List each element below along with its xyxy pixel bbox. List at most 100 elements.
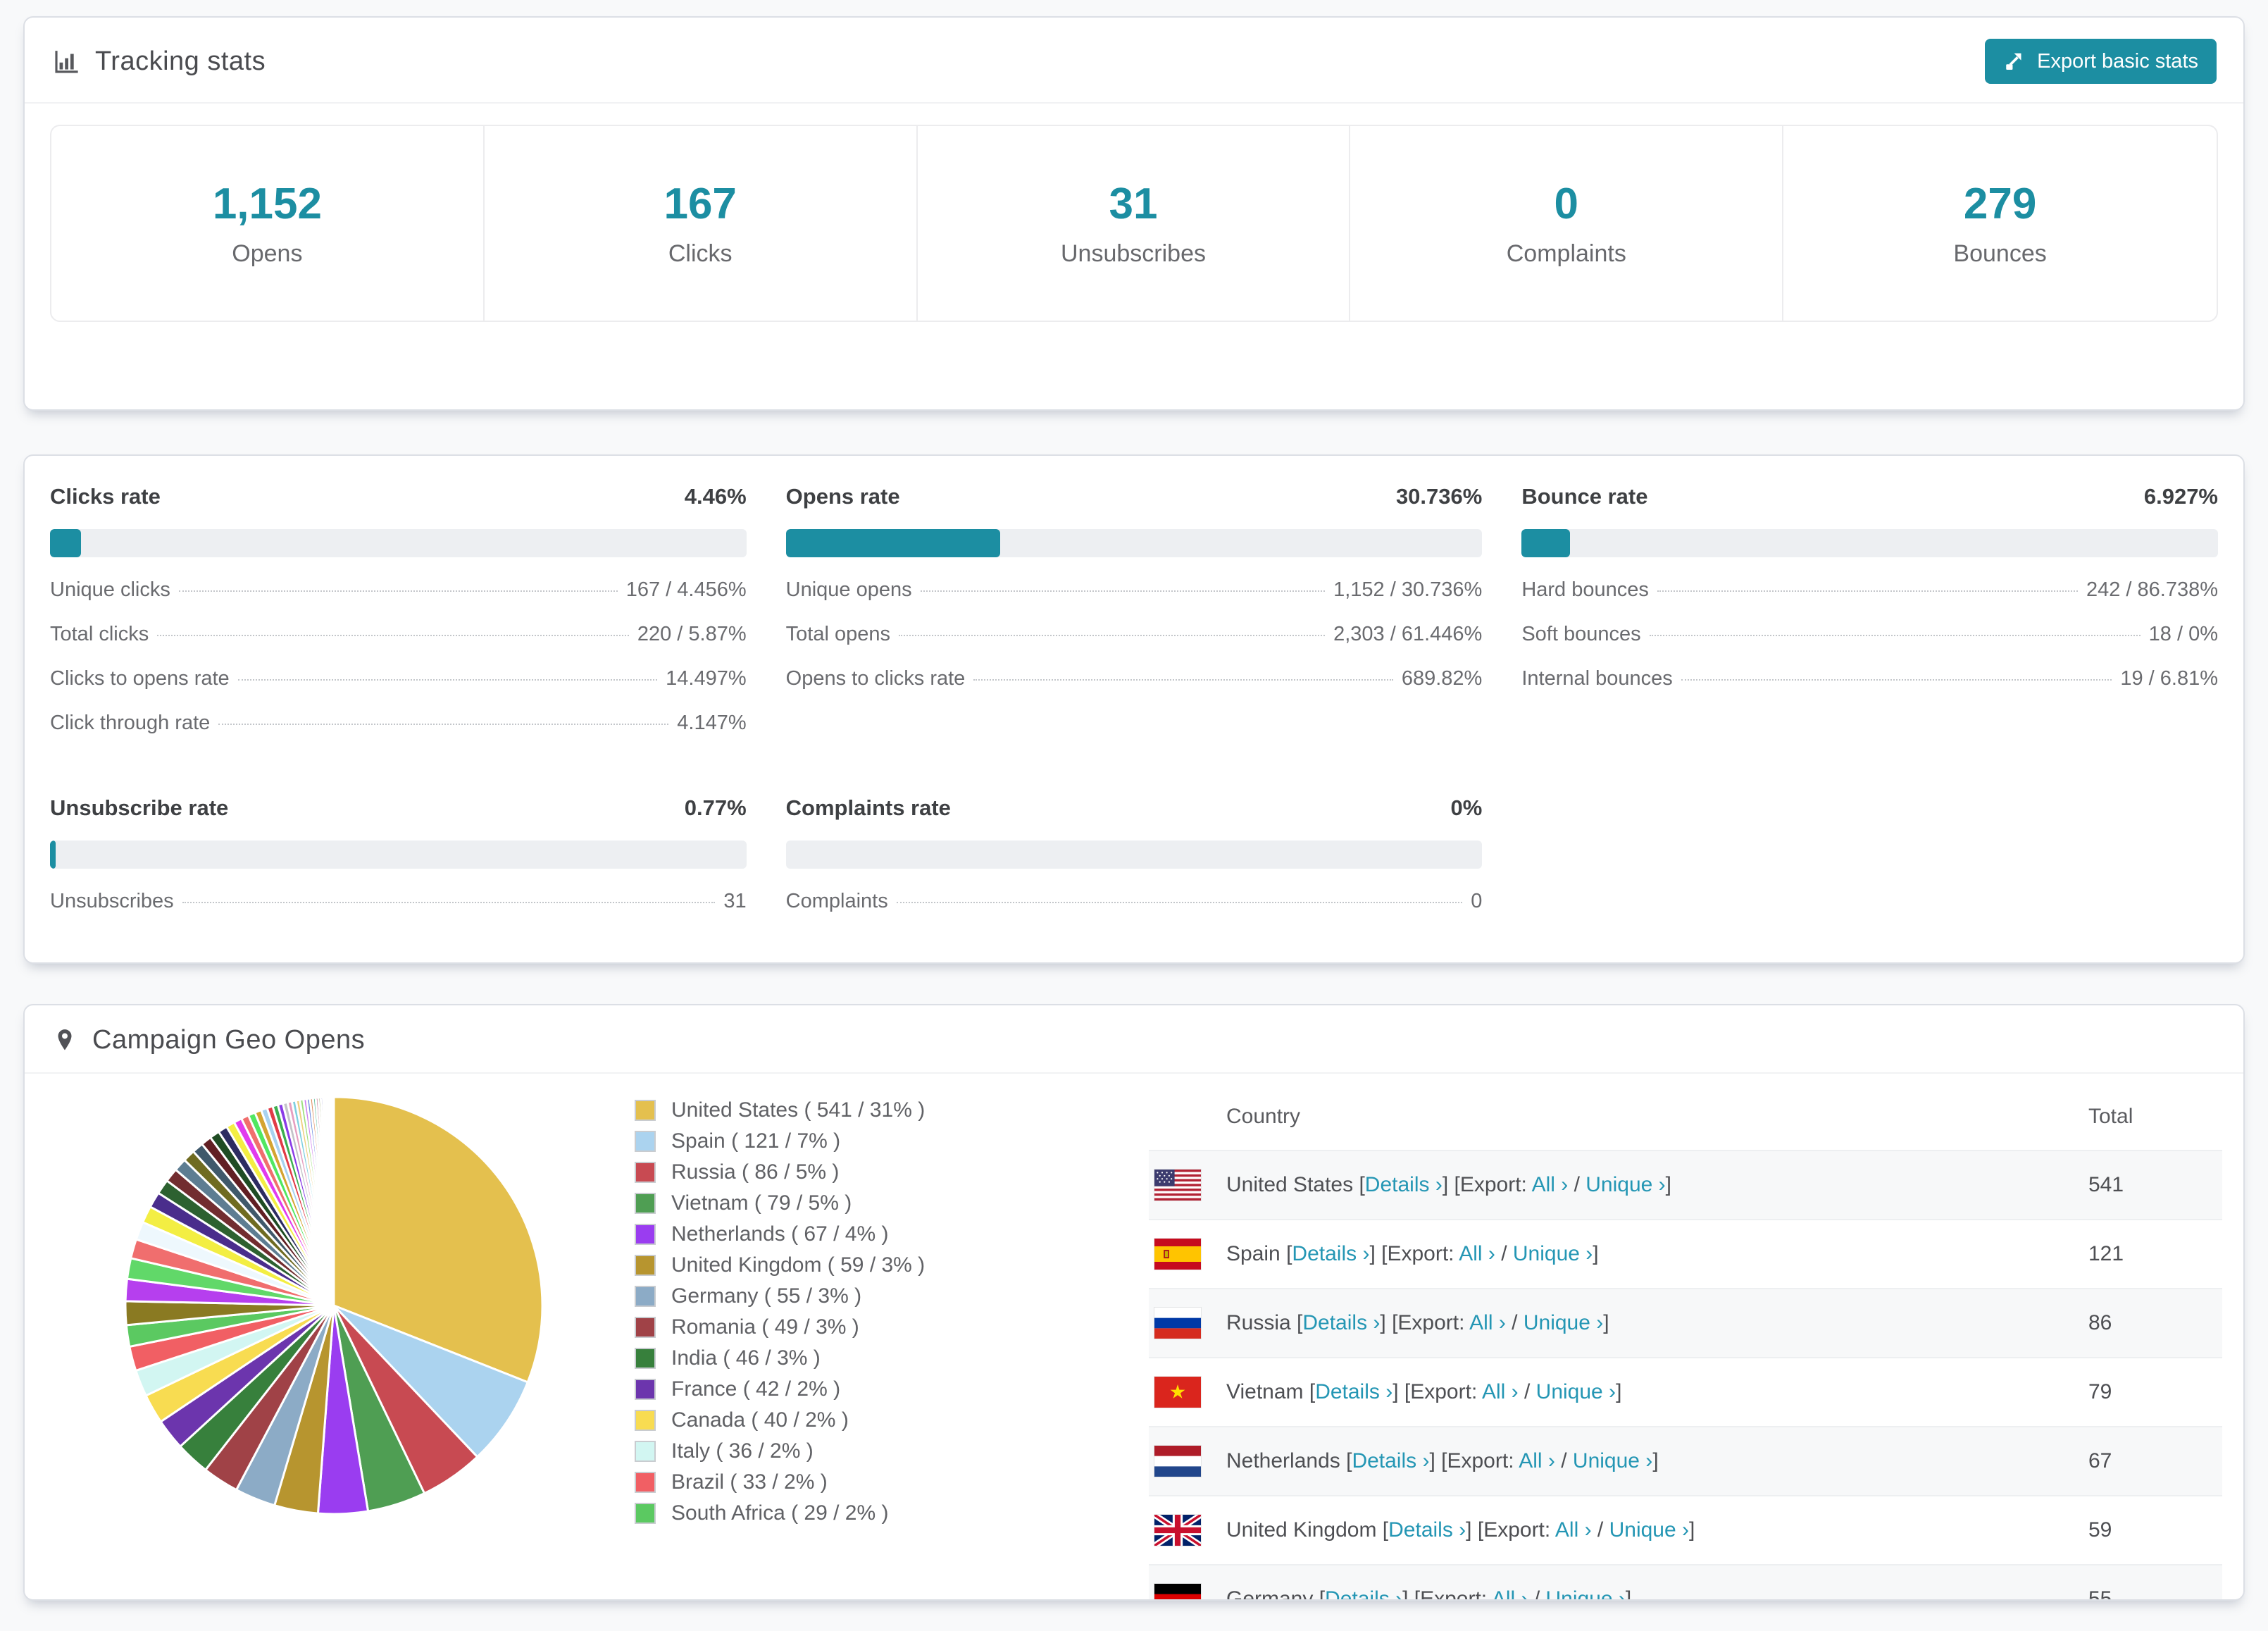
export-unique-link[interactable]: Unique › <box>1573 1449 1652 1472</box>
legend-item: Vietnam ( 79 / 5% ) <box>635 1188 973 1219</box>
export-prefix: Export: <box>1420 1587 1488 1601</box>
legend-label: Romania ( 49 / 3% ) <box>671 1315 859 1339</box>
legend-item: United States ( 541 / 31% ) <box>635 1095 973 1126</box>
rate-detail-label: Complaints <box>785 890 888 912</box>
country-total: 86 <box>2088 1311 2112 1334</box>
country-cell: Russia [Details ›] [Export: All › / Uniq… <box>1226 1311 1609 1334</box>
total-header: Total <box>2088 1105 2133 1128</box>
details-link[interactable]: Details › <box>1315 1380 1392 1403</box>
export-basic-stats-button[interactable]: Export basic stats <box>1985 39 2217 84</box>
rate-detail-row: Total opens 2,303 / 61.446% <box>786 623 1483 646</box>
geo-table-header: Country Total <box>1149 1084 2222 1150</box>
export-all-link[interactable]: All › <box>1482 1380 1519 1403</box>
export-all-link[interactable]: All › <box>1519 1449 1555 1472</box>
rate-detail-row: Click through rate 4.147% <box>50 712 747 735</box>
rate-detail-value: 689.82% <box>1401 667 1483 690</box>
table-row: Spain [Details ›] [Export: All › / Uniqu… <box>1149 1219 2222 1288</box>
geo-header: Campaign Geo Opens <box>25 1005 2243 1074</box>
pie-legend: United States ( 541 / 31% ) Spain ( 121 … <box>635 1095 973 1529</box>
table-row: Vietnam [Details ›] [Export: All › / Uni… <box>1149 1357 2222 1426</box>
rate-detail-value: 167 / 4.456% <box>625 578 747 601</box>
country-total: 79 <box>2088 1380 2112 1403</box>
dotted-leader <box>178 590 618 592</box>
legend-color-swatch <box>635 1317 656 1338</box>
legend-item: Russia ( 86 / 5% ) <box>635 1157 973 1188</box>
dotted-leader <box>237 679 658 681</box>
legend-color-swatch <box>635 1441 656 1462</box>
legend-label: South Africa ( 29 / 2% ) <box>671 1501 889 1525</box>
rate-panel: Complaints rate 0% Complaints 0 <box>785 795 1483 913</box>
country-cell: Spain [Details ›] [Export: All › / Uniqu… <box>1226 1242 1599 1265</box>
table-row: Germany [Details ›] [Export: All › / Uni… <box>1149 1564 2222 1601</box>
details-link[interactable]: Details › <box>1325 1587 1402 1599</box>
legend-label: Netherlands ( 67 / 4% ) <box>671 1222 889 1246</box>
summary-stat: 0 Complaints <box>1350 126 1784 321</box>
details-link[interactable]: Details › <box>1292 1242 1369 1265</box>
rate-panel: Opens rate 30.736% Unique opens 1,152 / … <box>785 484 1483 735</box>
legend-label: Canada ( 40 / 2% ) <box>671 1408 849 1432</box>
rate-title: Unsubscribe rate <box>50 795 229 820</box>
rate-detail-value: 31 <box>723 890 747 912</box>
export-all-link[interactable]: All › <box>1469 1311 1506 1334</box>
progress-bar <box>785 841 1483 869</box>
legend-color-swatch <box>635 1410 656 1431</box>
legend-item: Italy ( 36 / 2% ) <box>635 1436 973 1467</box>
legend-color-swatch <box>635 1503 656 1524</box>
rate-detail-label: Unsubscribes <box>50 890 174 912</box>
bar-chart-icon <box>51 46 81 76</box>
legend-item: Canada ( 40 / 2% ) <box>635 1405 973 1436</box>
rate-detail-label: Internal bounces <box>1521 667 1673 690</box>
rate-detail-rows: Unsubscribes 31 <box>50 890 747 913</box>
rate-detail-value: 2,303 / 61.446% <box>1333 623 1483 645</box>
country-name: Netherlands <box>1226 1449 1340 1472</box>
details-link[interactable]: Details › <box>1365 1173 1443 1196</box>
export-all-link[interactable]: All › <box>1459 1242 1495 1265</box>
export-unique-link[interactable]: Unique › <box>1513 1242 1593 1265</box>
dotted-leader <box>157 635 629 636</box>
export-all-link[interactable]: All › <box>1492 1587 1528 1599</box>
geo-pie-chart[interactable] <box>116 1088 552 1523</box>
legend-label: Germany ( 55 / 3% ) <box>671 1284 862 1308</box>
details-link[interactable]: Details › <box>1302 1311 1380 1334</box>
dotted-leader <box>182 902 716 903</box>
export-unique-link[interactable]: Unique › <box>1546 1587 1626 1599</box>
progress-bar-fill <box>1521 529 1570 557</box>
rate-header: Bounce rate 6.927% <box>1521 484 2218 509</box>
rate-detail-value: 4.147% <box>677 712 747 734</box>
summary-stats: 1,152 Opens 167 Clicks 31 Unsubscribes 0… <box>50 125 2218 322</box>
legend-item: South Africa ( 29 / 2% ) <box>635 1498 973 1529</box>
export-unique-link[interactable]: Unique › <box>1524 1311 1603 1334</box>
export-unique-link[interactable]: Unique › <box>1536 1380 1616 1403</box>
table-row: Russia [Details ›] [Export: All › / Uniq… <box>1149 1288 2222 1357</box>
export-prefix: Export: <box>1410 1380 1478 1403</box>
rate-detail-value: 220 / 5.87% <box>637 623 747 645</box>
map-pin-icon <box>51 1027 78 1054</box>
legend-item: India ( 46 / 3% ) <box>635 1343 973 1374</box>
progress-bar-fill <box>50 529 82 557</box>
legend-item: France ( 42 / 2% ) <box>635 1374 973 1405</box>
rate-detail-row: Internal bounces 19 / 6.81% <box>1521 667 2218 690</box>
country-cell: Germany [Details ›] [Export: All › / Uni… <box>1201 1587 2088 1601</box>
export-unique-link[interactable]: Unique › <box>1609 1518 1689 1542</box>
rate-detail-value: 1,152 / 30.736% <box>1333 578 1483 601</box>
details-link[interactable]: Details › <box>1352 1449 1429 1472</box>
rates-card: Clicks rate 4.46% Unique clicks 167 / 4.… <box>23 454 2245 964</box>
rate-detail-value: 0 <box>1471 890 1483 912</box>
export-all-link[interactable]: All › <box>1532 1173 1569 1196</box>
country-cell: Netherlands [Details ›] [Export: All › /… <box>1226 1449 1659 1472</box>
export-all-link[interactable]: All › <box>1555 1518 1592 1542</box>
rate-detail-value: 19 / 6.81% <box>2120 667 2218 690</box>
page: Tracking stats Export basic stats 1,152 … <box>0 16 2268 1631</box>
rate-detail-row: Total clicks 220 / 5.87% <box>50 623 747 646</box>
country-name: Vietnam <box>1226 1380 1304 1403</box>
country-total: 121 <box>2088 1242 2124 1265</box>
country-cell: United Kingdom [Details ›] [Export: All … <box>1226 1518 1695 1542</box>
legend-color-swatch <box>635 1379 656 1400</box>
details-link[interactable]: Details › <box>1388 1518 1466 1542</box>
export-prefix: Export: <box>1397 1311 1465 1334</box>
country-name: Spain <box>1226 1242 1281 1265</box>
export-unique-link[interactable]: Unique › <box>1585 1173 1665 1196</box>
stat-label: Complaints <box>1506 240 1626 267</box>
rate-detail-row: Hard bounces 242 / 86.738% <box>1521 578 2218 602</box>
export-icon <box>2003 49 2027 73</box>
